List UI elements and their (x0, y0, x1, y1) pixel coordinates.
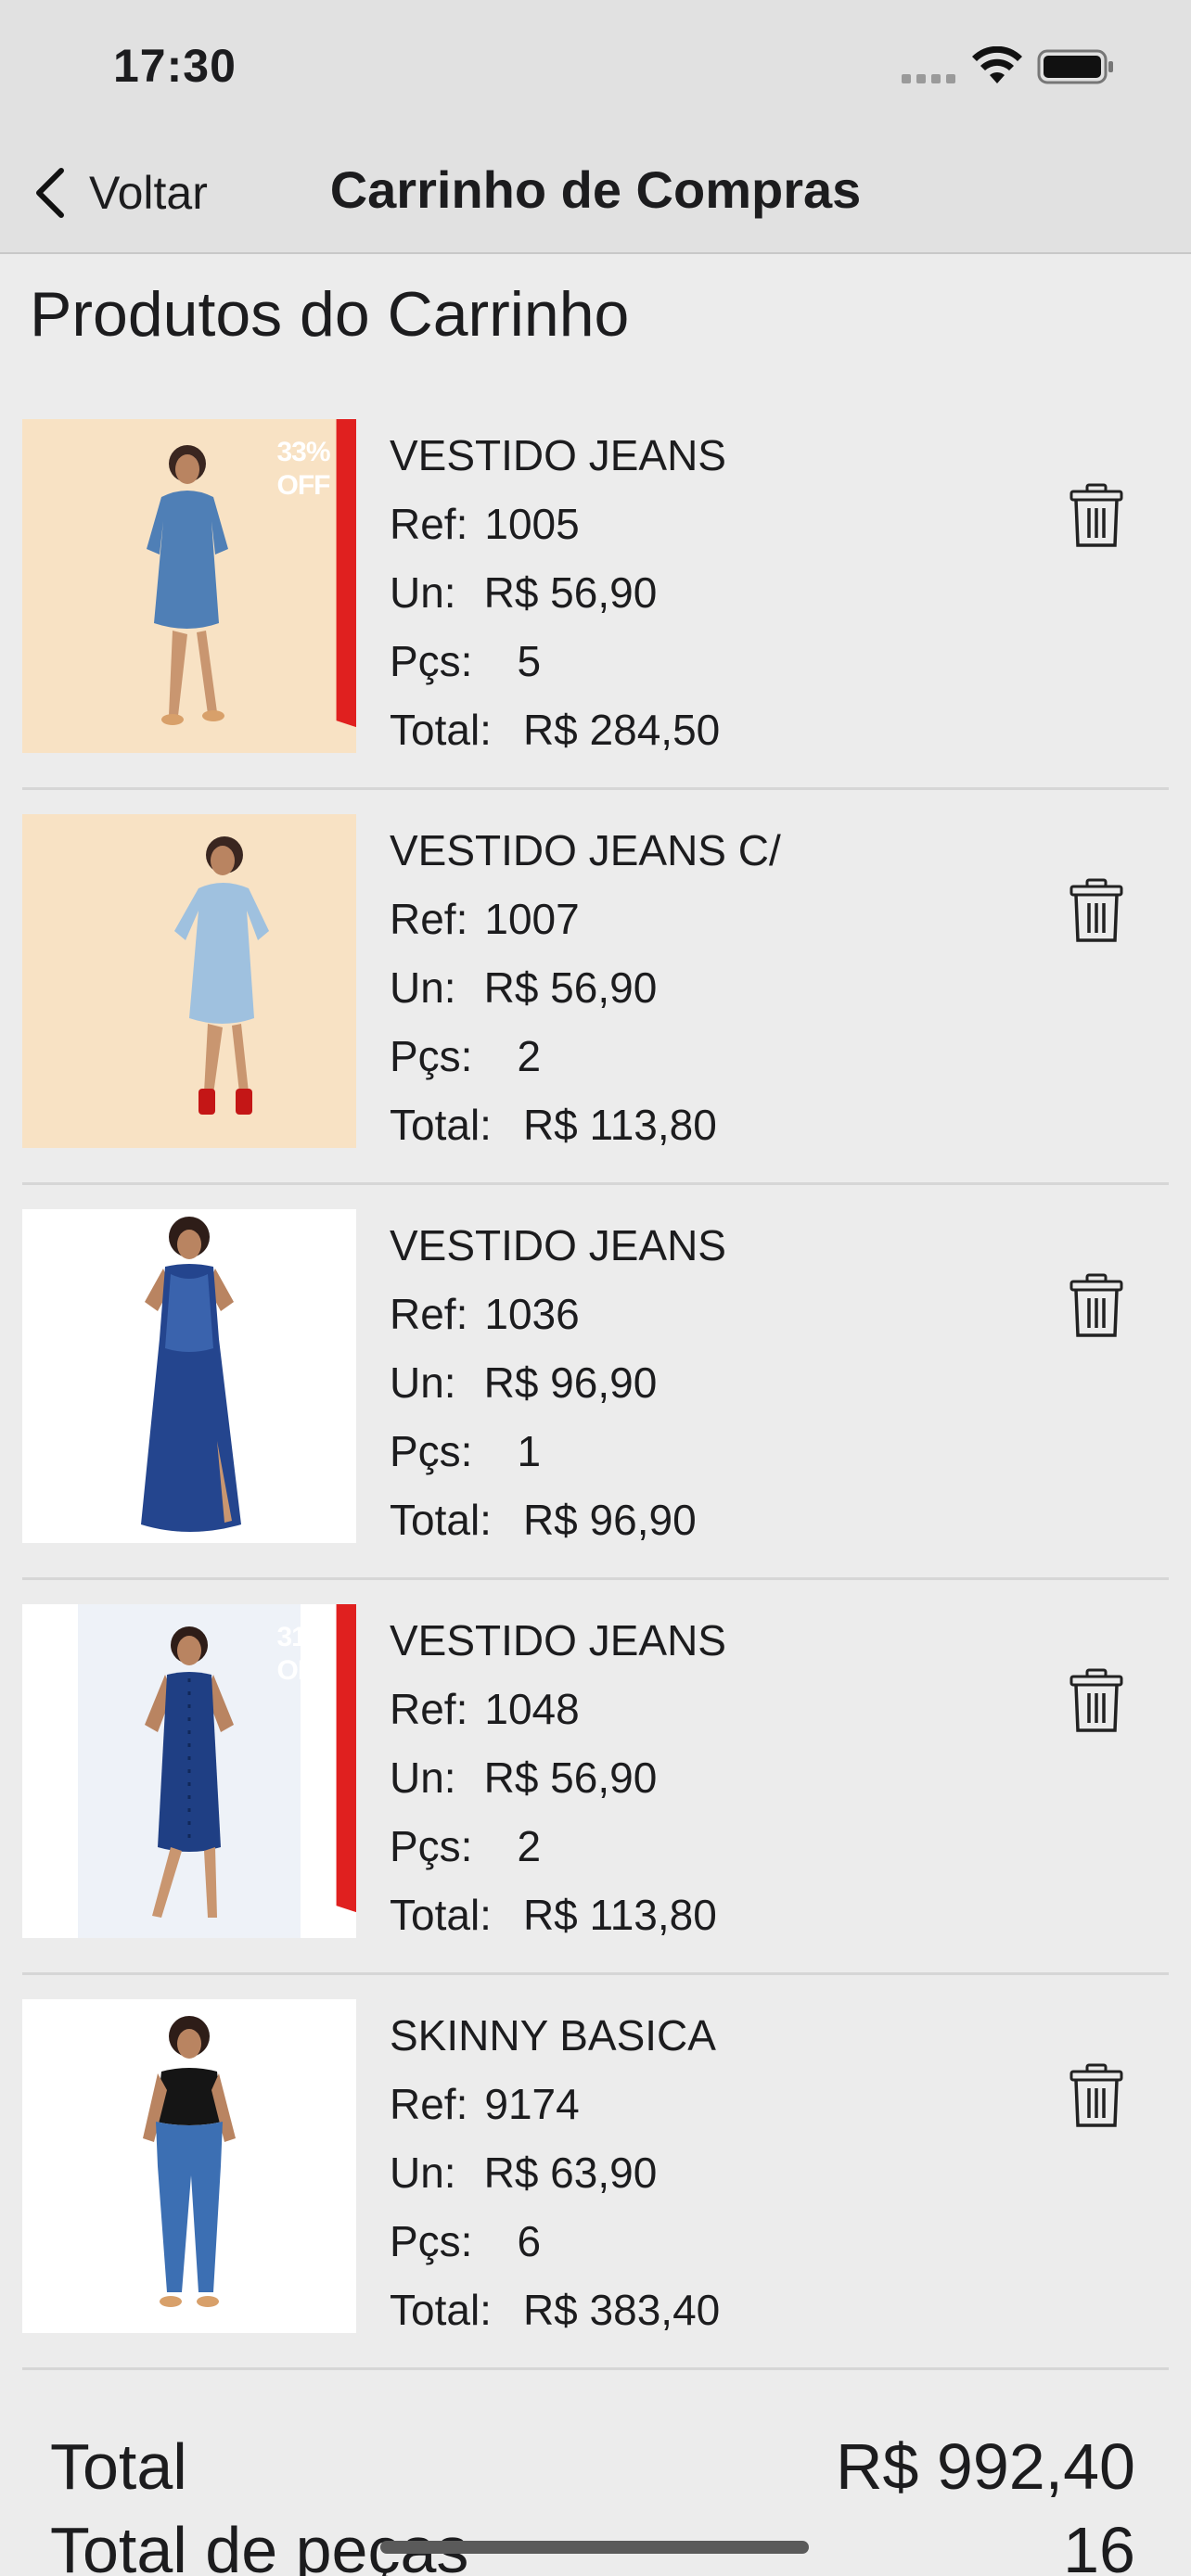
product-name: SKINNY BASICA (390, 2011, 716, 2060)
ref-value: 9174 (484, 2080, 580, 2128)
ref-value: 1005 (484, 500, 580, 548)
top-bar: 17:30 Voltar Carrinho de Compras (0, 0, 1191, 254)
total-label: Total: (390, 1891, 492, 1939)
product-name: VESTIDO JEANS (390, 1616, 726, 1664)
discount-badge: 33% OFF (269, 419, 356, 728)
screen: 17:30 Voltar Carrinho de Compras Produto… (0, 0, 1191, 2576)
item-total: R$ 113,80 (522, 1101, 717, 1149)
unit-price: R$ 56,90 (483, 963, 658, 1012)
unit-price: R$ 63,90 (483, 2149, 658, 2197)
product-info: VESTIDO JEANS C/ Ref: 1007 Un: R$ 56,90 Pç… (390, 816, 1039, 1159)
product-image: 33% OFF (22, 419, 356, 753)
trash-icon[interactable] (1069, 2062, 1124, 2129)
product-info: SKINNY BASICA Ref: 9174 Un: R$ 63,90 Pçs: 6… (390, 2001, 1039, 2344)
unit-label: Un: (390, 568, 456, 617)
pieces-value: 1 (517, 1427, 542, 1475)
product-name: VESTIDO JEANS C/ (390, 826, 781, 874)
total-label: Total: (390, 1496, 492, 1544)
pieces-value: 5 (517, 637, 542, 685)
ref-value: 1048 (484, 1685, 580, 1733)
pieces-label: Pçs: (390, 637, 473, 685)
trash-icon[interactable] (1069, 482, 1124, 549)
cart-list: 33% OFF VESTIDO JEANS Ref: 1005 Un: R$ 56,9… (0, 395, 1191, 2370)
cart-item[interactable]: 33% OFF VESTIDO JEANS Ref: 1005 Un: R$ 56,9… (0, 395, 1191, 790)
unit-label: Un: (390, 2149, 456, 2197)
product-image (22, 1999, 356, 2333)
cart-item[interactable]: SKINNY BASICA Ref: 9174 Un: R$ 63,90 Pçs: 6… (0, 1975, 1191, 2370)
unit-price: R$ 56,90 (483, 1753, 658, 1802)
unit-label: Un: (390, 1753, 456, 1802)
product-image: 31% OFF (22, 1604, 356, 1938)
wifi-icon (972, 46, 1022, 83)
unit-price: R$ 96,90 (483, 1358, 658, 1407)
item-total: R$ 284,50 (522, 706, 721, 754)
home-indicator[interactable] (380, 2541, 809, 2554)
item-total: R$ 383,40 (522, 2286, 721, 2334)
pieces-value: 2 (517, 1822, 542, 1870)
pieces-value: 6 (517, 2217, 542, 2265)
ref-label: Ref: (390, 1685, 468, 1733)
discount-badge: 31% OFF (269, 1604, 356, 1913)
cart-item[interactable]: VESTIDO JEANS Ref: 1036 Un: R$ 96,90 Pçs: 1… (0, 1185, 1191, 1580)
product-image (22, 814, 356, 1148)
trash-icon[interactable] (1069, 877, 1124, 944)
pieces-total-value: 16 (1063, 2514, 1135, 2576)
product-info: VESTIDO JEANS Ref: 1036 Un: R$ 96,90 Pçs: 1… (390, 1211, 1039, 1554)
total-value: R$ 992,40 (835, 2430, 1135, 2503)
product-name: VESTIDO JEANS (390, 431, 726, 479)
cart-item[interactable]: 31% OFF VESTIDO JEANS Ref: 1048 Un: R$ 56,9… (0, 1580, 1191, 1975)
total-label: Total: (390, 1101, 492, 1149)
trash-icon[interactable] (1069, 1667, 1124, 1734)
pieces-label: Pçs: (390, 2217, 473, 2265)
page-title: Carrinho de Compras (329, 160, 862, 219)
ref-label: Ref: (390, 500, 468, 548)
status-time: 17:30 (113, 40, 237, 92)
trash-icon[interactable] (1069, 1272, 1124, 1339)
product-image (22, 1209, 356, 1543)
cellular-signal-icon (902, 74, 955, 83)
item-total: R$ 113,80 (522, 1891, 717, 1939)
pieces-value: 2 (517, 1032, 542, 1080)
total-label: Total: (390, 706, 492, 754)
pieces-label: Pçs: (390, 1032, 473, 1080)
product-info: VESTIDO JEANS Ref: 1005 Un: R$ 56,90 Pçs: 5… (390, 421, 1039, 764)
product-name: VESTIDO JEANS (390, 1221, 726, 1269)
unit-label: Un: (390, 963, 456, 1012)
total-label: Total: (390, 2286, 492, 2334)
ref-value: 1036 (484, 1290, 580, 1338)
unit-price: R$ 56,90 (483, 568, 658, 617)
section-title: Produtos do Carrinho (30, 279, 630, 350)
ref-label: Ref: (390, 2080, 468, 2128)
ref-label: Ref: (390, 895, 468, 943)
product-info: VESTIDO JEANS Ref: 1048 Un: R$ 56,90 Pçs: 2… (390, 1606, 1039, 1949)
summary-total-row: Total R$ 992,40 (50, 2429, 1135, 2504)
pieces-label: Pçs: (390, 1427, 473, 1475)
unit-label: Un: (390, 1358, 456, 1407)
divider (22, 2367, 1169, 2370)
battery-icon (1037, 49, 1113, 84)
ref-label: Ref: (390, 1290, 468, 1338)
item-total: R$ 96,90 (522, 1496, 697, 1544)
total-label: Total (50, 2430, 187, 2503)
pieces-label: Pçs: (390, 1822, 473, 1870)
cart-item[interactable]: VESTIDO JEANS C/ Ref: 1007 Un: R$ 56,90 Pç… (0, 790, 1191, 1185)
ref-value: 1007 (484, 895, 580, 943)
